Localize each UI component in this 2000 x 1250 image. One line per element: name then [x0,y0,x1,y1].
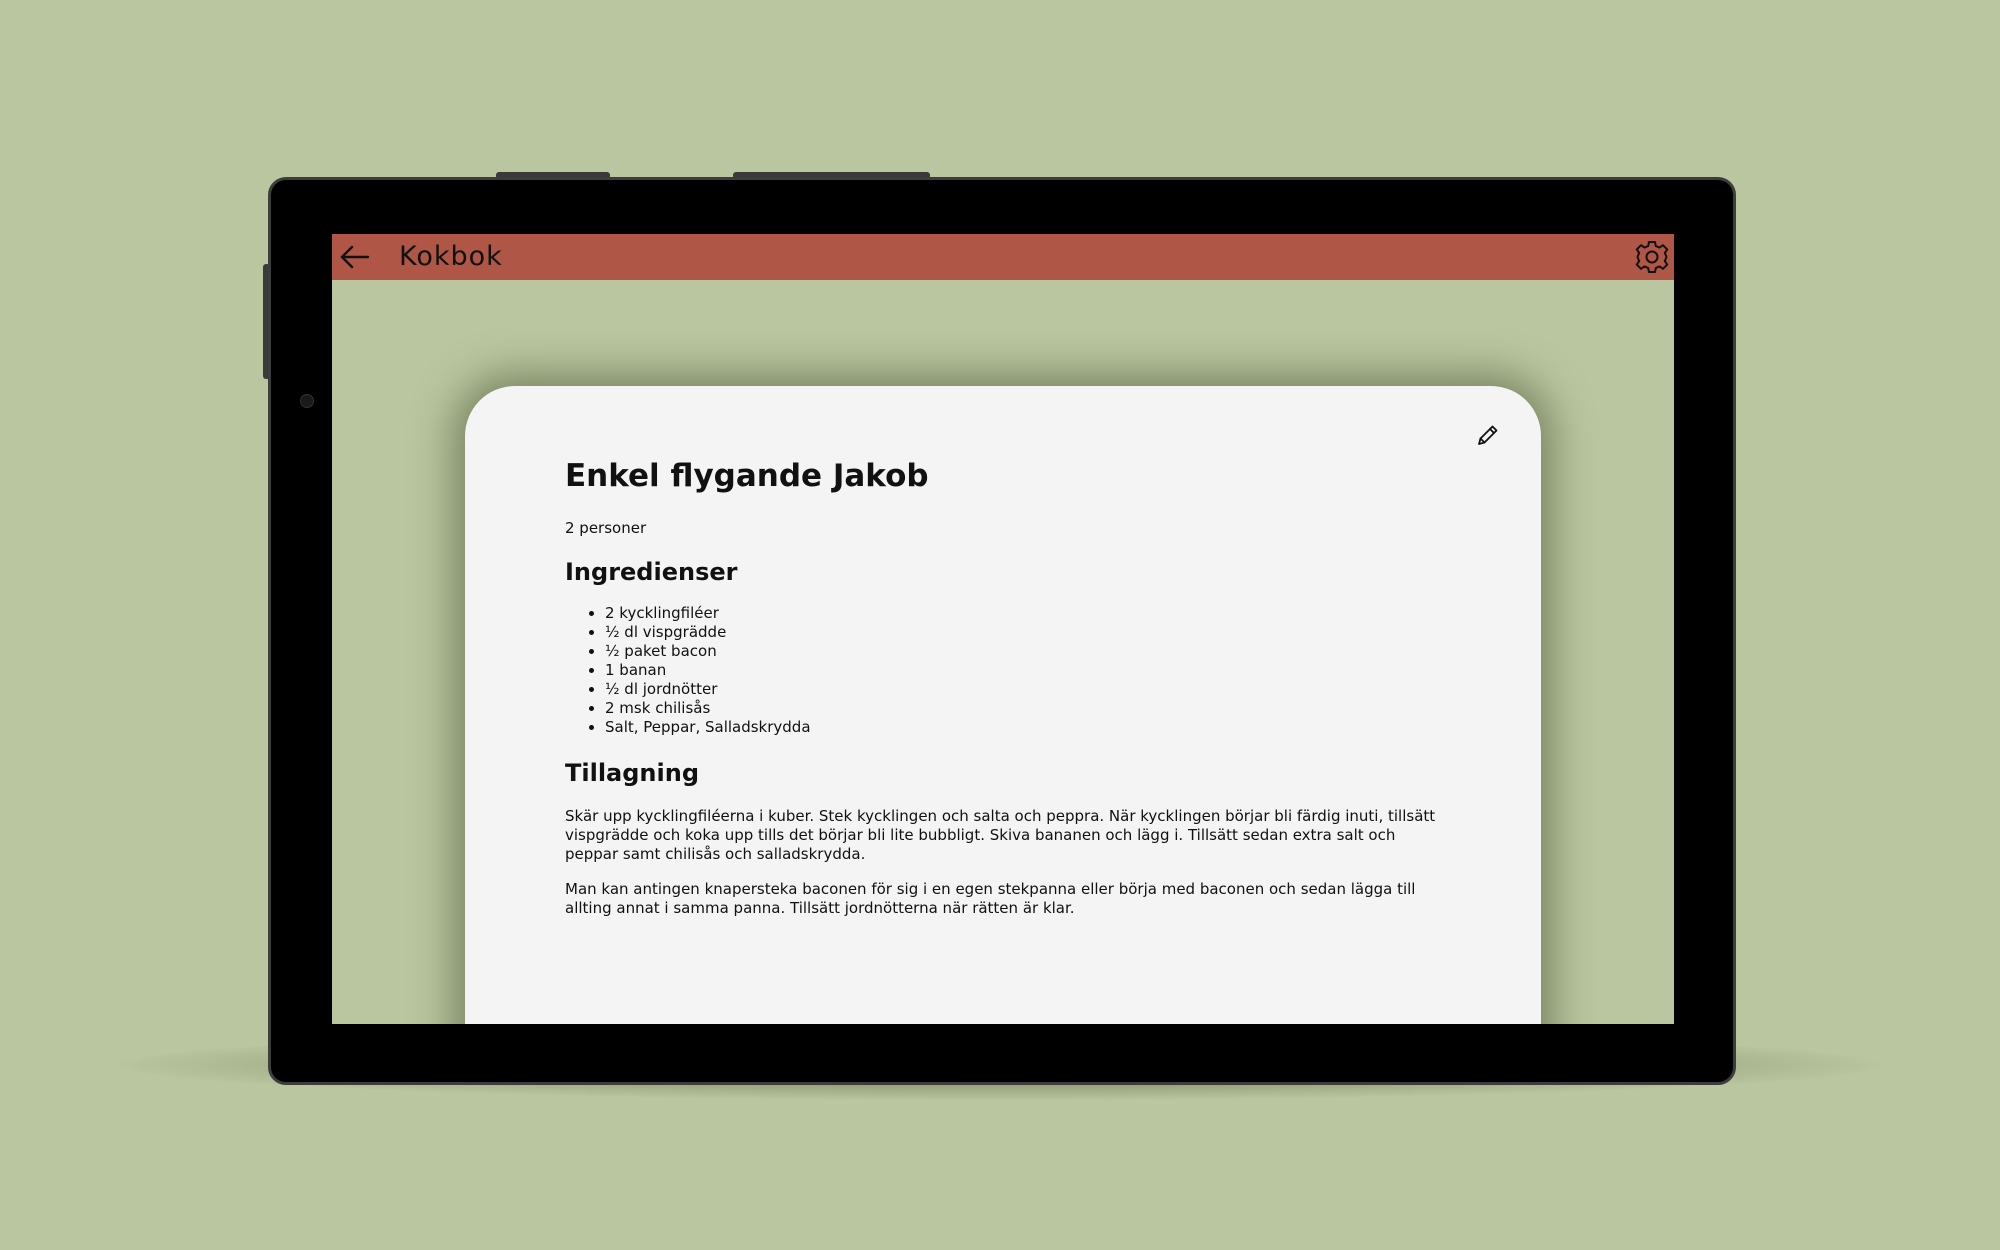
ingredient-list: 2 kycklingfiléer ½ dl vispgrädde ½ paket… [565,604,1445,737]
servings-text: 2 personer [565,519,647,537]
ingredients-heading: Ingredienser [565,558,738,586]
method-step: Man kan antingen knapersteka baconen för… [565,880,1416,917]
method-step: Skär upp kycklingfiléerna i kuber. Stek … [565,807,1436,863]
app-title: Kokbok [399,241,503,272]
arrow-left-icon[interactable] [338,240,372,274]
ingredient-item: ½ dl vispgrädde [605,623,1445,642]
ingredient-item: 1 banan [605,661,1445,680]
ingredient-item: ½ dl jordnötter [605,680,1445,699]
ingredient-item: Salt, Peppar, Salladskrydda [605,718,1445,737]
ingredient-item: 2 msk chilisås [605,699,1445,718]
camera-lens [300,394,314,408]
recipe-content: Enkel flygande Jakob 2 personer Ingredie… [565,456,1445,918]
app-screen: Kokbok Enkel flygande Jakob 2 personer I… [332,234,1674,1024]
recipe-title: Enkel flygande Jakob [565,458,929,494]
recipe-card: Enkel flygande Jakob 2 personer Ingredie… [465,386,1541,1024]
gear-icon[interactable] [1634,239,1670,275]
app-bar: Kokbok [332,234,1674,280]
method-heading: Tillagning [565,759,700,787]
ingredient-item: ½ paket bacon [605,642,1445,661]
ingredient-item: 2 kycklingfiléer [605,604,1445,623]
pencil-icon[interactable] [1475,422,1501,448]
